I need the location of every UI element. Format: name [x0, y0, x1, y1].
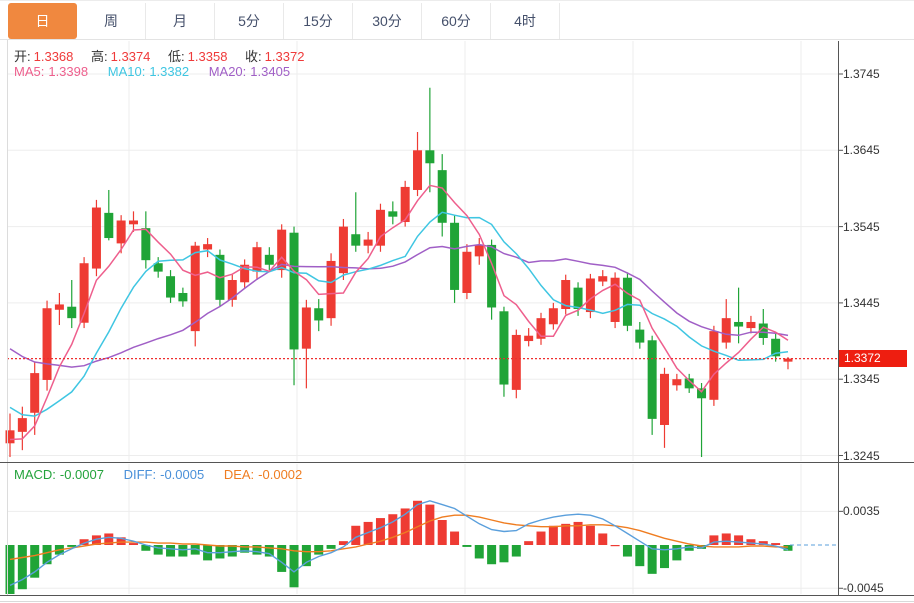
- ohlc-info-row: 开:1.3368 高:1.3374 低:1.3358 收:1.3372: [14, 46, 318, 65]
- dea-value: -0.0002: [258, 467, 302, 482]
- ma20-label: MA20:: [209, 64, 247, 79]
- dea-label: DEA:: [224, 467, 254, 482]
- ma5-value: 1.3398: [48, 64, 88, 79]
- candlestick-chart[interactable]: [0, 0, 914, 603]
- price-axis-label: 1.3245: [843, 448, 880, 464]
- ma10-value: 1.3382: [149, 64, 189, 79]
- price-axis-label: 1.3345: [843, 371, 880, 387]
- macd-axis-label: -0.0045: [843, 580, 884, 596]
- diff-label: DIFF:: [124, 467, 157, 482]
- macd-axis-label: 0.0035: [843, 503, 880, 519]
- kline-chart-widget: 日周月5分15分30分60分4时 开:1.3368 高:1.3374 低:1.3…: [0, 0, 914, 603]
- low-value: 1.3358: [188, 49, 228, 64]
- open-value: 1.3368: [34, 49, 74, 64]
- ma20-value: 1.3405: [250, 64, 290, 79]
- macd-label: MACD:: [14, 467, 56, 482]
- close-value: 1.3372: [265, 49, 305, 64]
- macd-info-row: MACD: -0.0007 DIFF:-0.0005 DEA: -0.0002: [14, 467, 302, 482]
- high-value: 1.3374: [111, 49, 151, 64]
- price-axis-label: 1.3545: [843, 219, 880, 235]
- price-axis-label: 1.3445: [843, 295, 880, 311]
- ma10-label: MA10:: [108, 64, 146, 79]
- macd-value: -0.0007: [60, 467, 104, 482]
- current-price-badge: 1.3372: [839, 350, 907, 367]
- price-axis-label: 1.3745: [843, 66, 880, 82]
- low-label: 低:: [168, 49, 185, 64]
- close-label: 收:: [245, 49, 262, 64]
- price-axis-label: 1.3645: [843, 142, 880, 158]
- ma5-label: MA5:: [14, 64, 44, 79]
- open-label: 开:: [14, 49, 31, 64]
- high-label: 高:: [91, 49, 108, 64]
- ma-info-row: MA5: 1.3398 MA10:1.3382 MA20:1.3405: [14, 64, 290, 79]
- diff-value: -0.0005: [160, 467, 204, 482]
